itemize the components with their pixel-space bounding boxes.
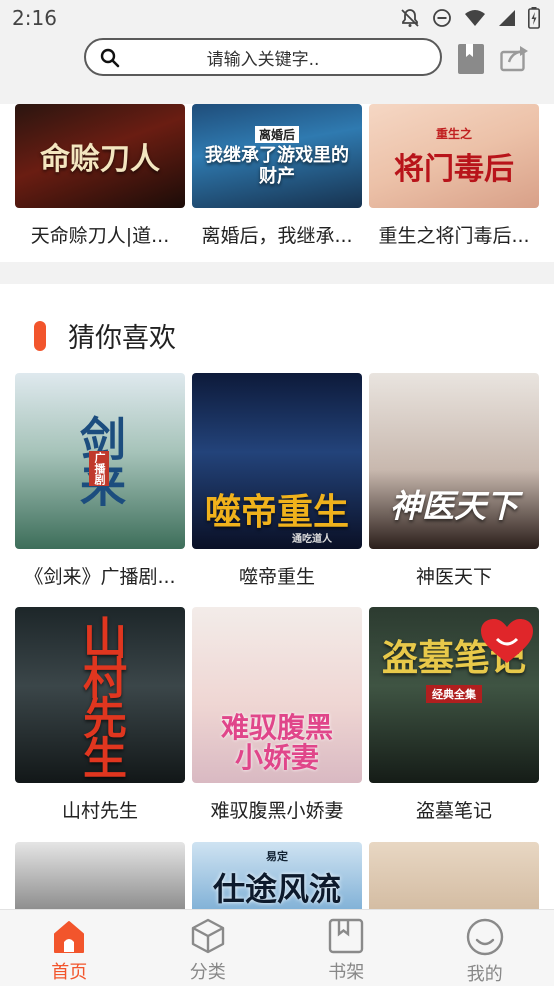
heart-badge-icon [481, 619, 533, 665]
book-title[interactable]: 山村先生 [15, 796, 185, 823]
book-cover[interactable] [369, 842, 539, 909]
search-input[interactable]: 请输入关键字.. [84, 38, 442, 76]
book-title[interactable]: 盗墓笔记 [369, 796, 539, 823]
section-accent-bar [34, 321, 46, 351]
tab-bookshelf[interactable]: 书架 [277, 910, 416, 986]
tab-profile[interactable]: 我的 [416, 910, 554, 986]
status-bar: 2:16 [0, 0, 554, 36]
top-books-card: 命赊刀人 离婚后 我继承了游戏里的财产 重生之 将门毒后 天命赊刀人|道... … [0, 104, 554, 262]
book-title[interactable]: 离婚后，我继承... [192, 221, 362, 248]
book-title[interactable]: 重生之将门毒后... [369, 221, 539, 248]
top-bar: 请输入关键字.. [0, 36, 554, 86]
status-time: 2:16 [12, 6, 57, 30]
profile-smile-icon [466, 918, 504, 956]
bookmark-icon[interactable] [458, 44, 484, 74]
book-cover[interactable]: 噬帝重生 通吃道人 [192, 373, 362, 549]
book-cover[interactable]: 剑来 广播剧 [15, 373, 185, 549]
book-cover[interactable]: 离婚后 我继承了游戏里的财产 [192, 104, 362, 208]
search-placeholder: 请输入关键字.. [86, 45, 440, 70]
signal-icon [498, 9, 516, 27]
bottom-tab-bar: 首页 分类 书架 我的 [0, 909, 554, 986]
section-title: 猜你喜欢 [68, 316, 176, 355]
book-cover[interactable]: 重生之 将门毒后 [369, 104, 539, 208]
book-title[interactable]: 噬帝重生 [192, 562, 362, 589]
status-icons [400, 7, 540, 29]
category-cube-icon [190, 918, 226, 954]
tab-category[interactable]: 分类 [139, 910, 278, 986]
book-cover[interactable]: 山村先生 [15, 607, 185, 783]
book-cover[interactable]: 盗墓笔记 经典全集 [369, 607, 539, 783]
bookshelf-icon [328, 918, 364, 954]
home-icon [51, 918, 87, 954]
book-cover[interactable]: 神医天下 [369, 373, 539, 549]
book-cover[interactable]: 命赊刀人 [15, 104, 185, 208]
content-scroll[interactable]: 命赊刀人 离婚后 我继承了游戏里的财产 重生之 将门毒后 天命赊刀人|道... … [0, 104, 554, 909]
book-cover[interactable] [15, 842, 185, 909]
book-title[interactable]: 难驭腹黑小娇妻 [192, 796, 362, 823]
search-icon [100, 48, 120, 68]
notifications-off-icon [400, 8, 420, 28]
book-title[interactable]: 《剑来》广播剧... [15, 562, 185, 589]
book-title[interactable]: 天命赊刀人|道... [15, 221, 185, 248]
book-title[interactable]: 神医天下 [369, 562, 539, 589]
recommend-section: 猜你喜欢 剑来 广播剧 噬帝重生 通吃道人 神医天下 《剑来》广播剧... 噬帝… [0, 284, 554, 909]
tab-label: 我的 [467, 960, 503, 986]
share-icon[interactable] [500, 44, 530, 72]
tab-label: 首页 [51, 958, 87, 984]
book-cover[interactable]: 难驭腹黑小娇妻 [192, 607, 362, 783]
wifi-icon [464, 9, 486, 27]
book-cover[interactable]: 易定 仕途风流 [192, 842, 362, 909]
battery-charging-icon [528, 7, 540, 29]
tab-label: 书架 [328, 958, 364, 984]
tab-home[interactable]: 首页 [0, 910, 139, 986]
do-not-disturb-icon [432, 8, 452, 28]
tab-label: 分类 [190, 958, 226, 984]
